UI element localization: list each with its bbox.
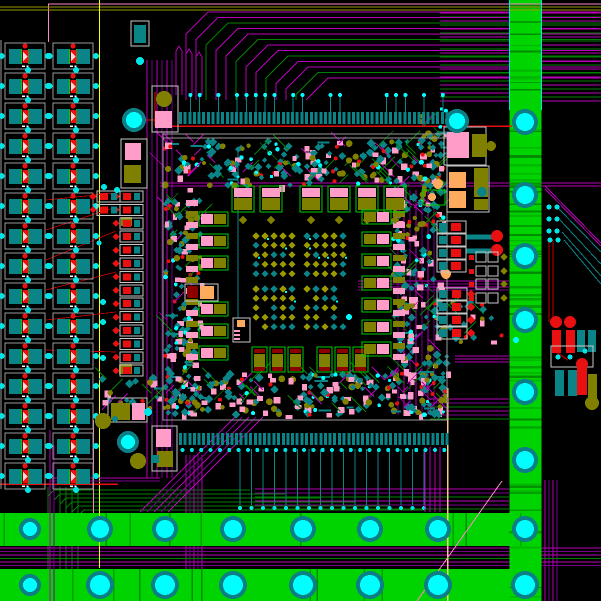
via[interactable]	[86, 571, 114, 599]
via[interactable]	[512, 447, 538, 473]
via[interactable]	[512, 379, 538, 405]
via[interactable]	[19, 518, 41, 540]
pcb-viewport	[0, 0, 601, 601]
via[interactable]	[512, 109, 538, 135]
via[interactable]	[357, 516, 383, 542]
via[interactable]	[219, 571, 247, 599]
via[interactable]	[289, 571, 317, 599]
via[interactable]	[87, 516, 113, 542]
via[interactable]	[117, 431, 139, 453]
via[interactable]	[356, 571, 384, 599]
via[interactable]	[512, 307, 538, 333]
via[interactable]	[512, 243, 538, 269]
via[interactable]	[424, 571, 452, 599]
via[interactable]	[512, 516, 538, 542]
via[interactable]	[290, 516, 316, 542]
via[interactable]	[511, 571, 539, 599]
via[interactable]	[220, 516, 246, 542]
via[interactable]	[19, 574, 41, 596]
via[interactable]	[445, 109, 469, 133]
pcb-canvas[interactable]	[0, 0, 601, 601]
via[interactable]	[425, 516, 451, 542]
via[interactable]	[152, 516, 178, 542]
via[interactable]	[122, 108, 146, 132]
via[interactable]	[512, 182, 538, 208]
via[interactable]	[151, 571, 179, 599]
